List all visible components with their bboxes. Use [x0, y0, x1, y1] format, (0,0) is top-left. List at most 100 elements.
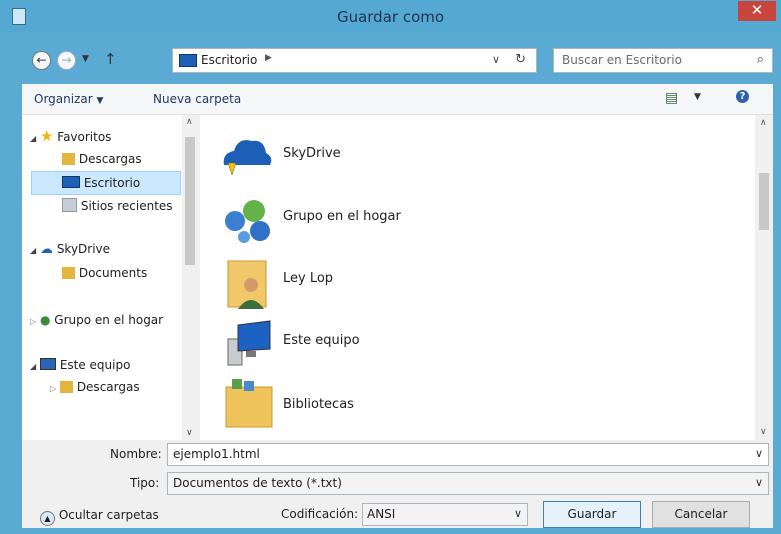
nav-scrollbar[interactable]: ∧ ∨: [182, 115, 198, 440]
recent-locations-dropdown[interactable]: ▼: [82, 54, 89, 64]
collapse-arrow-icon[interactable]: ▷: [30, 317, 36, 326]
computer-icon: [227, 320, 271, 366]
search-placeholder: Buscar en Escritorio: [562, 53, 682, 67]
file-name-label: Nombre:: [110, 447, 162, 461]
nav-item-desktop[interactable]: Escritorio: [31, 171, 181, 195]
user-folder-icon: [227, 260, 267, 309]
chevron-down-icon[interactable]: ∨: [755, 447, 763, 460]
desktop-icon: [179, 54, 197, 67]
item-label-skydrive[interactable]: SkyDrive: [283, 146, 341, 161]
chevron-down-icon: ▼: [82, 54, 89, 64]
expand-arrow-icon[interactable]: ◢: [30, 246, 36, 255]
hide-folders-label: Ocultar carpetas: [58, 508, 159, 522]
file-list: SkyDrive Grupo en el hogar Ley Lop Este …: [200, 115, 773, 440]
up-arrow-icon: ↑: [104, 50, 117, 68]
chevron-down-icon[interactable]: ∨: [755, 476, 763, 489]
recent-places-icon: [62, 198, 77, 212]
star-icon: ★: [39, 127, 54, 145]
save-as-dialog: Guardar como ✕ ← → ▼ ↑ Escritorio ▶ ∨ ↻ …: [0, 0, 781, 534]
cancel-button[interactable]: Cancelar: [652, 501, 750, 528]
cloud-icon: ☁: [39, 242, 53, 257]
back-button[interactable]: ←: [32, 51, 51, 70]
dialog-frame: ← → ▼ ↑ Escritorio ▶ ∨ ↻ Buscar en Escri…: [22, 32, 773, 528]
expand-arrow-icon[interactable]: ◢: [30, 362, 36, 371]
file-type-select[interactable]: Documentos de texto (*.txt) ∨: [167, 472, 769, 495]
address-bar[interactable]: Escritorio ▶ ∨ ↻: [172, 48, 537, 73]
save-button[interactable]: Guardar: [543, 501, 641, 528]
list-item[interactable]: [220, 193, 276, 249]
downloads-folder-icon: [59, 381, 73, 393]
nav-label: Documents: [78, 266, 148, 280]
nav-item-this-pc[interactable]: ◢ Este equipo: [30, 354, 130, 376]
search-input[interactable]: Buscar en Escritorio ⌕: [553, 48, 773, 73]
nav-item-homegroup[interactable]: ▷ ● Grupo en el hogar: [30, 309, 163, 331]
collapse-arrow-icon[interactable]: ▷: [50, 384, 56, 393]
item-label-user[interactable]: Ley Lop: [283, 271, 333, 286]
organize-label: Organizar: [34, 92, 93, 106]
list-item[interactable]: [222, 317, 278, 373]
scroll-down-icon[interactable]: ∨: [186, 428, 193, 438]
breadcrumb-location[interactable]: Escritorio: [201, 53, 257, 67]
address-row: ← → ▼ ↑ Escritorio ▶ ∨ ↻ Buscar en Escri…: [22, 32, 773, 88]
hide-folders-toggle[interactable]: ▲ Ocultar carpetas: [40, 508, 159, 526]
address-dropdown-chevron-icon[interactable]: ∨: [492, 53, 500, 66]
back-arrow-icon: ←: [36, 53, 47, 67]
view-options-icon[interactable]: ▤: [665, 90, 678, 106]
breadcrumb-chevron-icon[interactable]: ▶: [265, 53, 272, 63]
nav-label: Este equipo: [59, 358, 131, 372]
scroll-down-icon[interactable]: ∨: [760, 427, 767, 437]
nav-label: Escritorio: [83, 176, 141, 190]
nav-item-recent-places[interactable]: Sitios recientes: [62, 195, 173, 217]
up-button[interactable]: ↑: [104, 50, 117, 68]
nav-scroll-thumb[interactable]: [185, 137, 195, 265]
file-name-field[interactable]: ejemplo1.html ∨: [167, 443, 769, 466]
file-type-value: Documentos de texto (*.txt): [173, 476, 342, 490]
search-icon[interactable]: ⌕: [757, 52, 764, 67]
nav-item-downloads-pc[interactable]: ▷ Descargas: [50, 376, 140, 398]
chevron-down-icon[interactable]: ∨: [514, 507, 522, 520]
libraries-icon: [225, 379, 273, 428]
window-title: Guardar como: [336, 8, 445, 26]
list-item[interactable]: [224, 255, 274, 311]
nav-label: Descargas: [78, 152, 142, 166]
encoding-value: ANSI: [367, 507, 396, 521]
scroll-up-icon[interactable]: ∧: [760, 118, 767, 128]
close-icon: ✕: [750, 1, 764, 19]
collapse-circle-icon: ▲: [40, 511, 55, 526]
nav-label: Favoritos: [57, 130, 112, 144]
nav-item-downloads[interactable]: Descargas: [62, 148, 142, 170]
refresh-icon[interactable]: ↻: [515, 52, 526, 67]
navigation-pane: ◢ ★ Favoritos Descargas Escritorio Sitio…: [22, 115, 198, 440]
content-scrollbar[interactable]: ∧ ∨: [755, 115, 773, 440]
organize-menu[interactable]: Organizar ▼: [34, 92, 103, 106]
skydrive-icon: [223, 140, 272, 176]
nav-item-skydrive[interactable]: ◢ ☁ SkyDrive: [30, 238, 110, 260]
nav-label: SkyDrive: [56, 242, 111, 256]
content-scroll-thumb[interactable]: [759, 173, 769, 230]
close-button[interactable]: ✕: [738, 1, 776, 21]
item-label-homegroup[interactable]: Grupo en el hogar: [283, 209, 401, 224]
scroll-up-icon[interactable]: ∧: [186, 117, 193, 127]
folder-icon: [62, 267, 75, 279]
chevron-down-icon: ▼: [96, 96, 104, 106]
item-label-this-pc[interactable]: Este equipo: [283, 333, 360, 348]
desktop-icon: [62, 176, 80, 188]
help-icon[interactable]: ?: [736, 90, 749, 103]
encoding-label: Codificación:: [281, 507, 359, 521]
nav-item-documents[interactable]: Documents: [62, 262, 147, 284]
nav-label: Grupo en el hogar: [54, 313, 164, 327]
homegroup-icon: ●: [39, 313, 51, 327]
forward-button[interactable]: →: [57, 51, 76, 70]
title-bar[interactable]: Guardar como ✕: [0, 0, 781, 32]
view-dropdown-chevron-icon[interactable]: ▼: [694, 92, 701, 102]
downloads-folder-icon: [62, 153, 75, 165]
save-options-panel: Nombre: ejemplo1.html ∨ Tipo: Documentos…: [22, 440, 773, 528]
expand-arrow-icon[interactable]: ◢: [30, 134, 36, 143]
encoding-select[interactable]: ANSI ∨: [362, 503, 528, 526]
item-label-libraries[interactable]: Bibliotecas: [283, 397, 354, 412]
list-item[interactable]: [224, 377, 280, 433]
nav-item-favorites[interactable]: ◢ ★ Favoritos: [30, 125, 111, 147]
new-folder-button[interactable]: Nueva carpeta: [153, 92, 241, 106]
file-type-label: Tipo:: [130, 476, 160, 490]
list-item[interactable]: [218, 127, 274, 183]
